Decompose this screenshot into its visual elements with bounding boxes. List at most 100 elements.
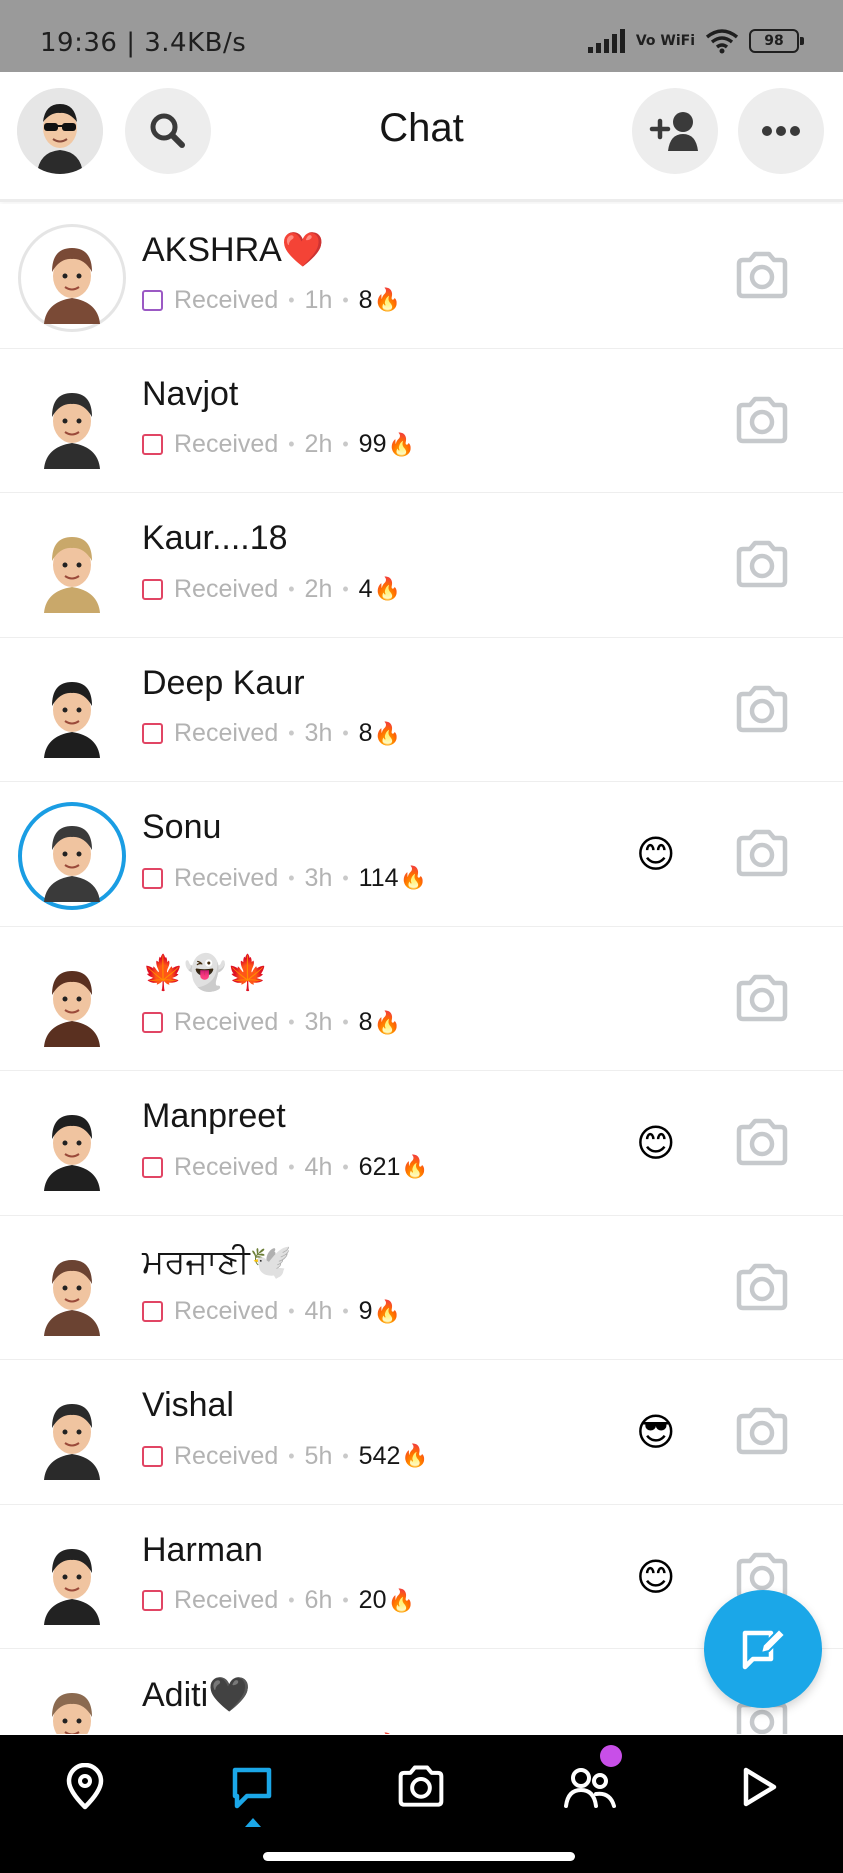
time-ago: 6h bbox=[304, 1586, 333, 1614]
add-friend-icon bbox=[649, 112, 698, 151]
separator-dot: • bbox=[288, 578, 295, 599]
avatar-image bbox=[26, 810, 118, 902]
friends-icon bbox=[564, 1768, 616, 1808]
friend-avatar[interactable] bbox=[18, 1091, 126, 1199]
friend-name: Vishal bbox=[142, 1386, 234, 1424]
bitmoji-icon bbox=[26, 1388, 118, 1480]
more-options-button[interactable] bbox=[738, 88, 824, 174]
nav-map[interactable] bbox=[55, 1757, 115, 1817]
new-chat-button[interactable] bbox=[704, 1590, 822, 1708]
friend-avatar[interactable] bbox=[18, 802, 126, 910]
chat-status: Received • 3h • 114 🔥 bbox=[142, 862, 427, 894]
nav-camera[interactable] bbox=[391, 1757, 451, 1817]
bottom-navigation bbox=[0, 1735, 843, 1873]
bitmoji-icon bbox=[26, 376, 118, 469]
fire-icon: 🔥 bbox=[373, 1009, 401, 1035]
camera-icon[interactable] bbox=[733, 1406, 791, 1458]
received-snap-icon bbox=[142, 1445, 163, 1467]
chat-status: Received • 4h • 9 🔥 bbox=[142, 1296, 401, 1328]
status-text: Received bbox=[174, 863, 279, 892]
chat-status: Received • 2h • 99 🔥 bbox=[142, 429, 415, 461]
streak-count: 6 bbox=[359, 1731, 373, 1735]
notification-dot bbox=[600, 1745, 622, 1767]
friend-avatar[interactable] bbox=[18, 1380, 126, 1488]
separator-dot: • bbox=[342, 1301, 349, 1321]
nav-chat[interactable] bbox=[222, 1757, 282, 1817]
chat-icon bbox=[232, 1767, 272, 1809]
friend-name: AKSHRA❤️ bbox=[142, 231, 325, 269]
bitmoji-icon bbox=[26, 665, 118, 758]
fire-icon: 🔥 bbox=[401, 1443, 429, 1468]
friend-emoji-badge: 😊 bbox=[636, 1121, 676, 1165]
camera-icon[interactable] bbox=[733, 539, 791, 591]
new-chat-icon bbox=[742, 1627, 787, 1670]
friend-avatar[interactable] bbox=[18, 947, 126, 1055]
friend-avatar[interactable] bbox=[18, 658, 126, 766]
friend-avatar[interactable] bbox=[18, 1236, 126, 1344]
chat-list-item[interactable]: Manpreet Received • 4h • 621 🔥 😊 bbox=[0, 1071, 843, 1216]
vowifi-label: Vo WiFi bbox=[635, 32, 695, 49]
chat-list-item[interactable]: Sonu Received • 3h • 114 🔥 😊 bbox=[0, 782, 843, 927]
status-text: Received bbox=[174, 285, 279, 314]
status-text: Received bbox=[174, 1586, 279, 1614]
bitmoji-icon bbox=[26, 232, 118, 324]
friend-avatar[interactable] bbox=[18, 224, 126, 332]
time-ago: 4h bbox=[304, 1152, 333, 1181]
camera-icon[interactable] bbox=[733, 828, 791, 880]
status-text: Received bbox=[174, 1152, 279, 1181]
fire-icon: 🔥 bbox=[373, 576, 401, 601]
bitmoji-icon bbox=[26, 1532, 118, 1625]
friend-avatar[interactable] bbox=[18, 369, 126, 477]
received-snap-icon bbox=[142, 723, 163, 744]
friend-name: Deep Kaur bbox=[142, 663, 305, 702]
separator-dot: • bbox=[288, 1590, 295, 1610]
streak-count: 99 bbox=[358, 430, 387, 458]
chat-list-item[interactable]: AKSHRA❤️ Received • 1h • 8 🔥 bbox=[0, 204, 843, 349]
chat-list-item[interactable]: 🍁👻🍁 Received • 3h • 8 🔥 bbox=[0, 926, 843, 1071]
separator-dot: • bbox=[342, 1156, 349, 1177]
battery-indicator: 98 bbox=[749, 29, 804, 53]
time-ago: 7h bbox=[305, 1731, 333, 1735]
camera-icon[interactable] bbox=[733, 684, 791, 736]
avatar-image bbox=[26, 1677, 118, 1734]
friend-name: Sonu bbox=[142, 808, 222, 846]
chat-status: Received • 5h • 542 🔥 bbox=[142, 1440, 429, 1472]
time-ago: 2h bbox=[304, 430, 333, 458]
friend-name: Aditi🖤 bbox=[142, 1676, 251, 1714]
streak-count: 542 bbox=[358, 1441, 401, 1470]
separator-dot: • bbox=[342, 723, 349, 743]
avatar-image bbox=[26, 232, 118, 324]
avatar-image bbox=[26, 521, 118, 613]
chat-list-item[interactable]: Navjot Received • 2h • 99 🔥 bbox=[0, 348, 843, 493]
separator-dot: • bbox=[342, 434, 349, 454]
friend-avatar[interactable] bbox=[18, 1669, 126, 1734]
nav-spotlight[interactable] bbox=[729, 1757, 789, 1817]
status-text: Received bbox=[174, 1441, 279, 1470]
time-ago: 3h bbox=[304, 719, 333, 747]
friend-emoji-badge: 😊 bbox=[636, 832, 676, 876]
chat-list-item[interactable]: Vishal Received • 5h • 542 🔥 😎 bbox=[0, 1360, 843, 1505]
streak-count: 9 bbox=[358, 1297, 373, 1325]
camera-icon[interactable] bbox=[733, 1262, 791, 1314]
time-ago: 4h bbox=[304, 1297, 333, 1325]
chat-status: Received • 2h • 4 🔥 bbox=[142, 573, 401, 605]
avatar-image bbox=[26, 954, 118, 1047]
camera-icon[interactable] bbox=[733, 1117, 791, 1169]
friend-avatar[interactable] bbox=[18, 513, 126, 621]
chat-list-item[interactable]: Kaur....18 Received • 2h • 4 🔥 bbox=[0, 493, 843, 638]
camera-icon bbox=[398, 1765, 444, 1807]
camera-icon[interactable] bbox=[733, 973, 791, 1025]
streak-count: 114 bbox=[358, 863, 399, 892]
status-bar: 19:36 | 3.4KB/s Vo WiFi 98 bbox=[0, 0, 843, 72]
friend-avatar[interactable] bbox=[18, 1525, 126, 1633]
camera-icon[interactable] bbox=[733, 395, 791, 447]
camera-icon[interactable] bbox=[733, 250, 791, 302]
active-tab-indicator bbox=[245, 1818, 261, 1827]
chat-list-item[interactable]: Deep Kaur Received • 3h • 8 🔥 bbox=[0, 637, 843, 782]
separator-dot: • bbox=[342, 578, 349, 599]
chat-status: Received • 3h • 8 🔥 bbox=[142, 718, 401, 750]
chat-list-item[interactable]: ਮਰਜਾਣੀ🕊️ Received • 4h • 9 🔥 bbox=[0, 1215, 843, 1360]
chat-status: Received • 7h • 6🔥 bbox=[142, 1729, 401, 1735]
add-friend-button[interactable] bbox=[632, 88, 718, 174]
fire-icon: 🔥 bbox=[399, 865, 427, 890]
